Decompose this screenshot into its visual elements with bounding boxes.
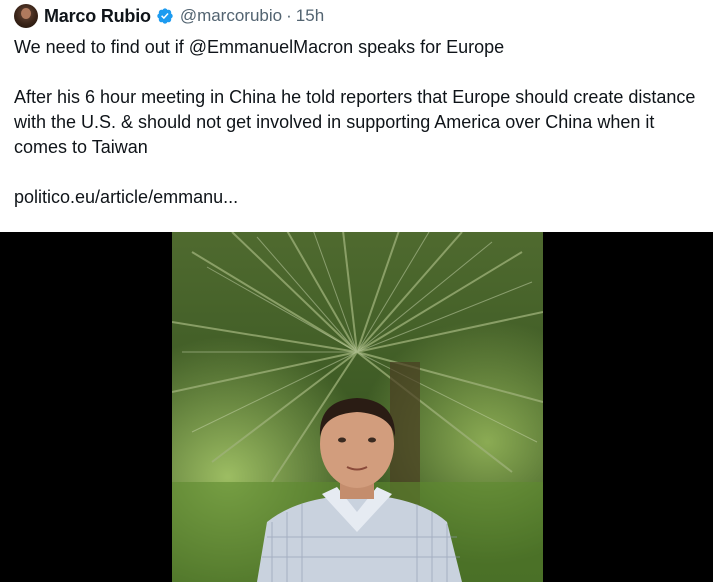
tweet-line-1: We need to find out if @EmmanuelMacron s… — [14, 37, 505, 57]
tweet-body: We need to find out if @EmmanuelMacron s… — [14, 35, 704, 210]
author-name[interactable]: Marco Rubio — [44, 6, 151, 27]
video-thumbnail — [172, 232, 543, 582]
verified-badge-icon[interactable] — [156, 7, 174, 25]
author-handle[interactable]: @marcorubio — [180, 6, 282, 26]
tweet-header: Marco Rubio @marcorubio · 15h — [14, 3, 324, 29]
video-frame[interactable] — [172, 232, 543, 582]
avatar[interactable] — [14, 4, 38, 28]
tweet-line-2: After his 6 hour meeting in China he tol… — [14, 87, 696, 157]
video-player[interactable] — [0, 232, 713, 582]
timestamp[interactable]: 15h — [296, 6, 324, 26]
separator-dot: · — [286, 6, 292, 25]
article-link[interactable]: politico.eu/article/emmanu... — [14, 185, 704, 210]
